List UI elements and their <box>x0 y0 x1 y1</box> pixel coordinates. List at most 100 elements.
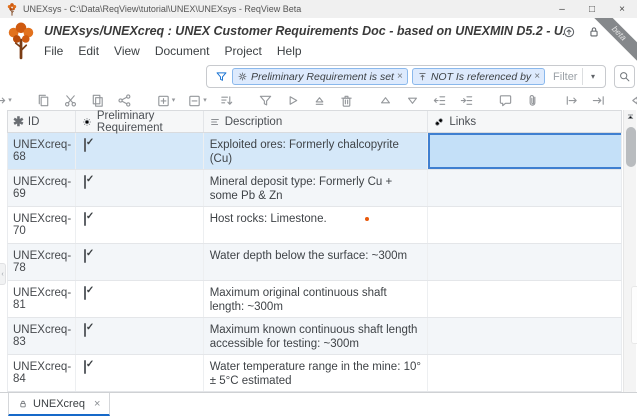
menu-help[interactable]: Help <box>277 44 302 58</box>
copy-button[interactable] <box>33 92 54 109</box>
filter-input-box[interactable]: Preliminary Requirement is set × NOT Is … <box>206 65 606 88</box>
sort-button[interactable] <box>216 92 237 109</box>
move-up-button[interactable] <box>375 92 396 109</box>
comment-button[interactable] <box>495 92 516 109</box>
table-row[interactable]: UNEXcreq-83 Maximum known continuous sha… <box>7 318 622 355</box>
description-cell[interactable]: Water depth below the surface: ~300m <box>204 244 429 280</box>
preliminary-cell[interactable] <box>76 207 204 243</box>
share-button[interactable] <box>114 92 135 109</box>
move-down-button[interactable] <box>402 92 423 109</box>
requirement-id-cell[interactable]: UNEXcreq-68 <box>8 133 76 169</box>
preliminary-cell[interactable] <box>76 133 204 169</box>
app-logo-icon <box>6 3 18 16</box>
description-cell[interactable]: Water temperature range in the mine: 10°… <box>204 355 429 391</box>
description-cell[interactable]: Host rocks: Limestone. <box>204 207 429 243</box>
expand-all-button[interactable]: ▾ <box>153 92 179 109</box>
indent-button[interactable] <box>456 92 477 109</box>
links-cell[interactable] <box>428 281 621 317</box>
search-button[interactable] <box>614 65 635 88</box>
back-button[interactable] <box>627 92 637 109</box>
vertical-scrollbar[interactable] <box>623 110 636 402</box>
checkbox-checked-icon[interactable] <box>83 286 86 300</box>
table-row[interactable]: UNEXcreq-84 Water temperature range in t… <box>7 355 622 392</box>
checkbox-checked-icon[interactable] <box>83 212 86 226</box>
chip-close-icon[interactable]: × <box>397 71 403 82</box>
upload-circle-icon[interactable] <box>562 25 576 39</box>
go-to-start-button[interactable] <box>561 92 582 109</box>
attachment-button[interactable] <box>522 92 543 109</box>
checkbox-checked-icon[interactable] <box>83 360 86 374</box>
menu-document[interactable]: Document <box>155 44 210 58</box>
links-cell[interactable] <box>428 207 621 243</box>
lock-icon[interactable] <box>587 25 601 39</box>
requirement-id-cell[interactable]: UNEXcreq-81 <box>8 281 76 317</box>
menu-edit[interactable]: Edit <box>78 44 99 58</box>
description-cell[interactable]: Mineral deposit type: Formerly Cu + some… <box>204 170 429 206</box>
start-review-button[interactable] <box>282 92 303 109</box>
scroll-to-top-button[interactable] <box>624 110 637 124</box>
preliminary-cell[interactable] <box>76 318 204 354</box>
links-cell[interactable] <box>428 170 621 206</box>
eject-button[interactable] <box>309 92 330 109</box>
preliminary-cell[interactable] <box>76 355 204 391</box>
links-cell[interactable] <box>428 318 621 354</box>
delete-button[interactable] <box>336 92 357 109</box>
requirement-id-cell[interactable]: UNEXcreq-69 <box>8 170 76 206</box>
requirement-id-cell[interactable]: UNEXcreq-70 <box>8 207 76 243</box>
table-row[interactable]: UNEXcreq-78 Water depth below the surfac… <box>7 244 622 281</box>
description-cell[interactable]: Maximum original continuous shaft length… <box>204 281 429 317</box>
checkbox-checked-icon[interactable] <box>83 138 86 152</box>
menu-view[interactable]: View <box>114 44 140 58</box>
chip-close-icon[interactable]: × <box>534 71 540 82</box>
filter-input[interactable]: Filter <box>553 71 580 83</box>
close-button[interactable]: × <box>607 0 637 18</box>
preliminary-cell[interactable] <box>76 244 204 280</box>
description-cell[interactable]: Exploited ores: Formerly chalcopyrite (C… <box>204 133 429 169</box>
paste-button[interactable] <box>87 92 108 109</box>
table-row[interactable]: UNEXcreq-81 Maximum original continuous … <box>7 281 622 318</box>
column-header-description[interactable]: Description <box>204 111 429 132</box>
cut-button[interactable] <box>60 92 81 109</box>
left-panel-splitter-handle[interactable]: ‹ <box>0 263 6 285</box>
outdent-button[interactable] <box>429 92 450 109</box>
column-header-links[interactable]: Links <box>428 111 621 132</box>
column-label: Description <box>224 115 283 128</box>
requirement-id-cell[interactable]: UNEXcreq-78 <box>8 244 76 280</box>
links-cell[interactable] <box>428 355 621 391</box>
filter-toolbar-button[interactable] <box>255 92 276 109</box>
links-cell-selected[interactable] <box>428 133 622 169</box>
links-cell[interactable] <box>428 244 621 280</box>
gear-icon <box>81 116 93 128</box>
preliminary-cell[interactable] <box>76 281 204 317</box>
column-header-preliminary[interactable]: Preliminary Requirement <box>76 110 204 134</box>
reqview-tree-logo-icon <box>7 22 35 60</box>
table-row[interactable]: UNEXcreq-69 Mineral deposit type: Former… <box>7 170 622 207</box>
requirement-id-cell[interactable]: UNEXcreq-84 <box>8 355 76 391</box>
tab-unexcreq[interactable]: UNEXcreq × <box>8 393 111 416</box>
right-panel-splitter-handle[interactable] <box>631 286 637 344</box>
maximize-button[interactable]: □ <box>577 0 607 18</box>
suspect-link-dot-icon <box>364 216 369 221</box>
menu-project[interactable]: Project <box>225 44 262 58</box>
column-header-id[interactable]: ✱ ID <box>8 111 76 132</box>
go-to-end-button[interactable] <box>588 92 609 109</box>
preliminary-cell[interactable] <box>76 170 204 206</box>
requirement-id-cell[interactable]: UNEXcreq-83 <box>8 318 76 354</box>
filter-chip-not-referenced[interactable]: NOT Is referenced by × <box>411 68 546 85</box>
checkbox-checked-icon[interactable] <box>83 323 86 337</box>
lock-icon <box>18 399 28 409</box>
checkbox-checked-icon[interactable] <box>83 175 86 189</box>
table-row[interactable]: UNEXcreq-68 Exploited ores: Formerly cha… <box>7 133 622 170</box>
collapse-all-button[interactable]: ▾ <box>184 92 210 109</box>
link-icon <box>433 116 445 128</box>
description-cell[interactable]: Maximum known continuous shaft length ac… <box>204 318 429 354</box>
filter-chip-preliminary[interactable]: Preliminary Requirement is set × <box>232 68 408 85</box>
tab-close-icon[interactable]: × <box>94 398 100 410</box>
minimize-button[interactable]: – <box>547 0 577 18</box>
scrollbar-thumb[interactable] <box>625 127 636 167</box>
menu-file[interactable]: File <box>44 44 63 58</box>
checkbox-checked-icon[interactable] <box>83 249 86 263</box>
table-row[interactable]: UNEXcreq-70 Host rocks: Limestone. <box>7 207 622 244</box>
filter-dropdown-caret-icon[interactable]: ▾ <box>585 72 601 81</box>
export-button[interactable]: ▾ <box>0 92 15 109</box>
